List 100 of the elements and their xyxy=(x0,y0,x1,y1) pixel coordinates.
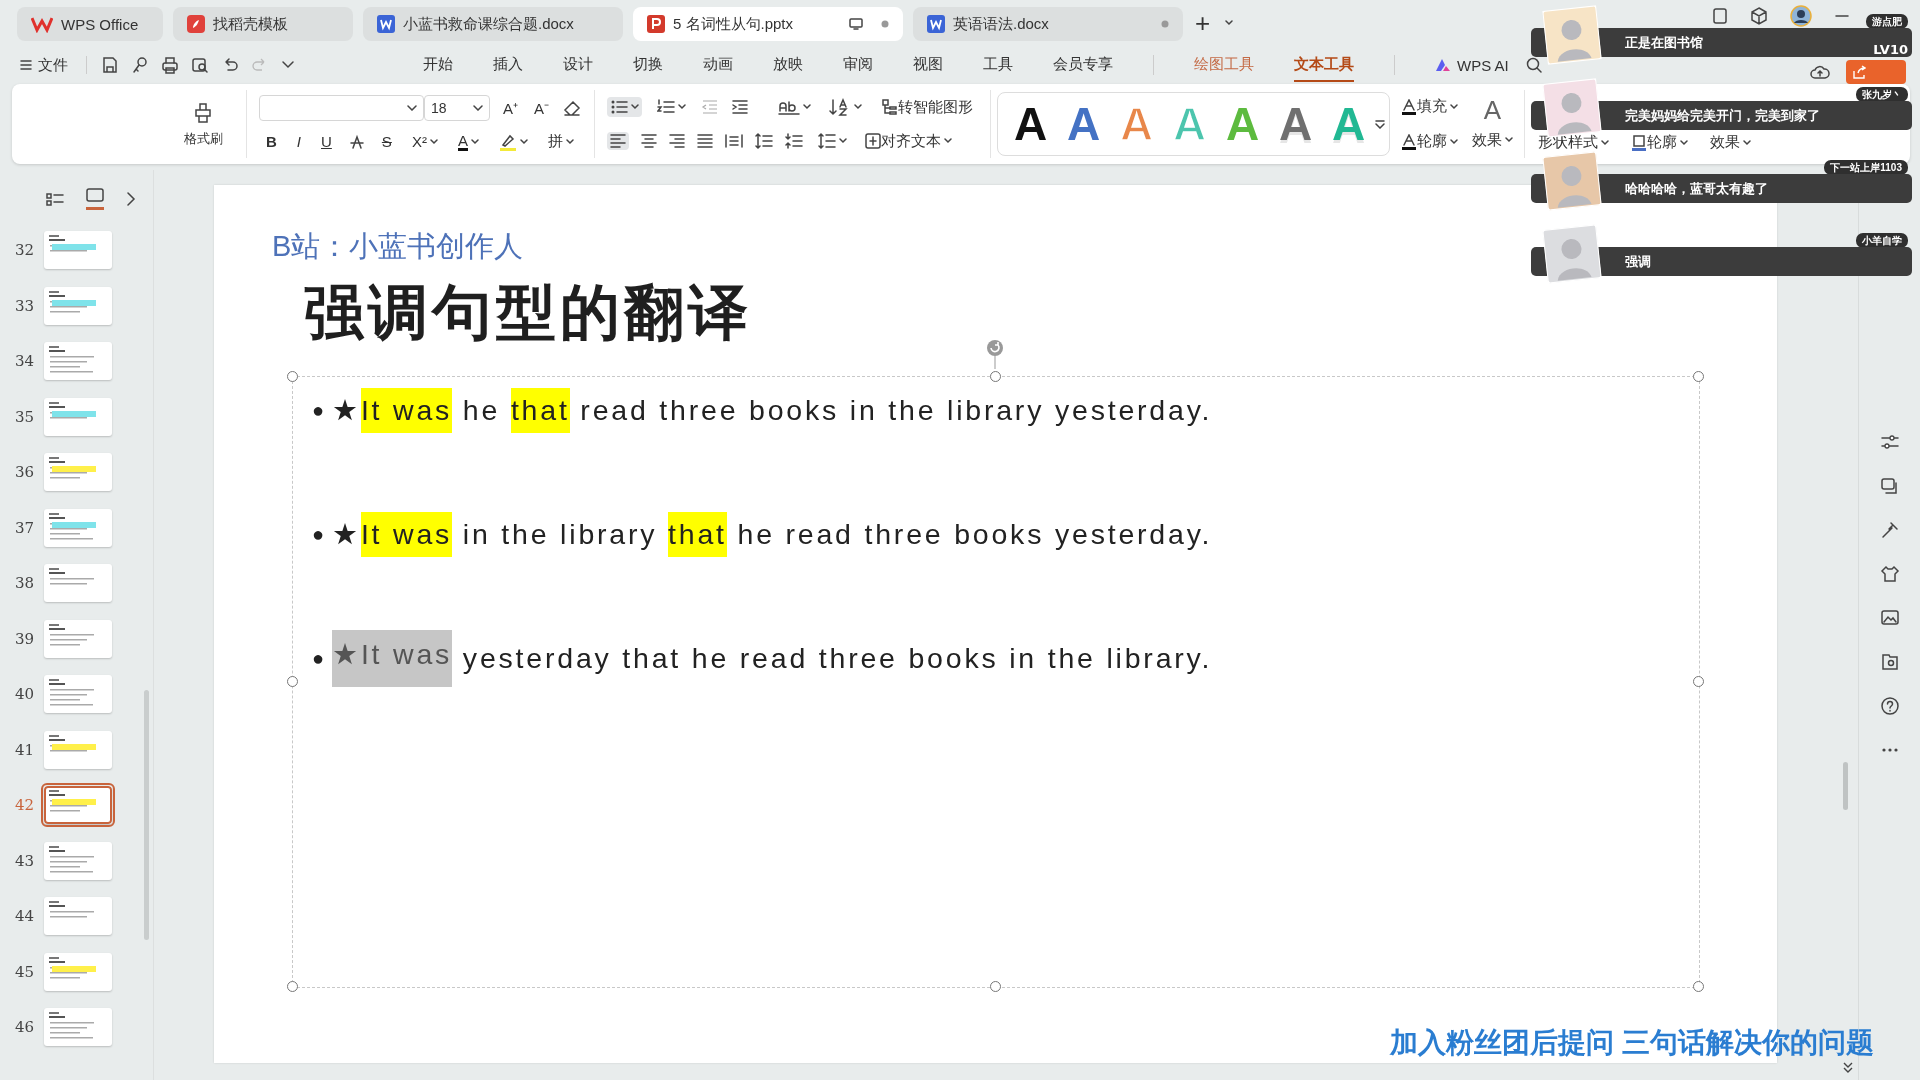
chevron-right-icon[interactable] xyxy=(126,192,136,206)
slide-thumbnail[interactable] xyxy=(44,342,112,380)
text-fill-button[interactable]: 填充 xyxy=(1398,95,1462,118)
slide-thumbnail[interactable] xyxy=(44,675,112,713)
menu-tab[interactable]: 动画 xyxy=(703,48,733,82)
menu-tab[interactable]: 文本工具 xyxy=(1294,48,1354,82)
caret-icon[interactable] xyxy=(1680,139,1689,146)
superscript-button[interactable]: X² xyxy=(408,131,441,153)
resize-handle[interactable] xyxy=(990,981,1001,992)
font-size-dropdown[interactable]: 18 xyxy=(424,94,490,121)
shrink-font-button[interactable]: A⁻ xyxy=(531,95,553,120)
slide-thumbnail[interactable] xyxy=(44,1008,112,1046)
text-style-option[interactable]: A xyxy=(1057,101,1111,147)
menu-tab[interactable]: 设计 xyxy=(563,48,593,82)
align-right-icon[interactable] xyxy=(669,134,686,148)
caret-icon[interactable] xyxy=(631,104,640,110)
line-spacing-icon[interactable] xyxy=(755,133,774,149)
strikethrough-icon[interactable] xyxy=(348,133,365,150)
text-style-option[interactable]: A xyxy=(1004,101,1058,147)
image-edit-icon[interactable] xyxy=(1879,608,1900,628)
caret-icon[interactable] xyxy=(803,104,812,110)
cloud-upload-icon[interactable] xyxy=(1810,64,1830,80)
distribute-icon[interactable] xyxy=(725,134,744,148)
shape-outline-button[interactable]: 轮廓 xyxy=(1628,131,1692,154)
file-tab[interactable]: 英语语法.docx xyxy=(913,7,1183,41)
slide-thumbnail[interactable] xyxy=(44,897,112,935)
share-button[interactable] xyxy=(1846,60,1906,84)
slide-thumbnail[interactable] xyxy=(44,231,112,269)
new-tab-button[interactable]: + xyxy=(1193,7,1213,39)
window-icon[interactable] xyxy=(1712,8,1728,24)
caret-icon[interactable] xyxy=(470,138,479,145)
resize-handle[interactable] xyxy=(990,371,1001,382)
monitor-icon[interactable] xyxy=(849,18,863,30)
gallery-more-icon[interactable] xyxy=(1375,119,1386,129)
caret-icon[interactable] xyxy=(1450,138,1459,145)
italic-button[interactable]: I xyxy=(293,131,304,153)
caret-icon[interactable] xyxy=(944,138,953,144)
menu-tab[interactable]: 放映 xyxy=(773,48,803,82)
unsaved-dot-icon[interactable] xyxy=(1161,20,1169,28)
help-icon[interactable] xyxy=(1879,696,1900,716)
slide-thumbnail[interactable] xyxy=(44,508,112,547)
file-tab[interactable]: 找稻壳模板 xyxy=(173,7,353,41)
caret-icon[interactable] xyxy=(839,138,848,144)
resize-handle[interactable] xyxy=(1693,981,1704,992)
text-outline-button[interactable]: 轮廓 xyxy=(1398,130,1462,153)
paragraph-spacing-icon[interactable] xyxy=(785,133,804,149)
bullets-button[interactable] xyxy=(607,97,643,117)
resize-handle[interactable] xyxy=(287,676,298,687)
slide-thumbnail[interactable] xyxy=(44,786,112,824)
rotate-handle-icon[interactable] xyxy=(986,339,1004,369)
caret-icon[interactable] xyxy=(429,138,438,145)
outline-view-icon[interactable] xyxy=(46,192,64,206)
double-strike-button[interactable]: S xyxy=(378,131,395,153)
sliders-icon[interactable] xyxy=(1879,432,1900,452)
caret-icon[interactable] xyxy=(519,138,528,145)
tools-icon[interactable] xyxy=(1879,520,1900,540)
slide-thumbnail[interactable] xyxy=(44,619,112,658)
underline-button[interactable]: U xyxy=(318,131,335,153)
menu-tab[interactable]: 会员专享 xyxy=(1053,48,1113,82)
phonetic-button[interactable]: 拼 xyxy=(544,130,577,154)
menu-tab[interactable]: 切换 xyxy=(633,48,663,82)
resize-handle[interactable] xyxy=(1693,371,1704,382)
file-menu[interactable]: 文件 xyxy=(20,55,68,75)
caret-icon[interactable] xyxy=(1743,139,1752,146)
key-icon[interactable] xyxy=(131,56,149,74)
shirt-icon[interactable] xyxy=(1879,564,1900,584)
caret-icon[interactable] xyxy=(565,138,574,145)
slide-thumbnail[interactable] xyxy=(44,730,112,769)
menu-tab[interactable]: 插入 xyxy=(493,48,523,82)
menu-tab[interactable]: 工具 xyxy=(983,48,1013,82)
avatar-icon[interactable] xyxy=(1790,5,1812,27)
unsaved-dot-icon[interactable] xyxy=(881,20,889,28)
save-icon[interactable] xyxy=(101,56,119,74)
menu-tab[interactable]: 视图 xyxy=(913,48,943,82)
chevron-down-icon[interactable] xyxy=(281,60,295,70)
collapse-icon[interactable] xyxy=(1843,1062,1853,1074)
slide-thumbnail[interactable] xyxy=(44,952,112,991)
caret-icon[interactable] xyxy=(1450,103,1459,110)
search-icon[interactable] xyxy=(1524,56,1543,74)
grow-font-button[interactable]: A⁺ xyxy=(500,95,521,120)
cube-icon[interactable] xyxy=(1750,7,1768,25)
slide-thumbnail[interactable] xyxy=(44,564,112,602)
shape-effect-button[interactable]: 效果 xyxy=(1707,131,1755,154)
caret-icon[interactable] xyxy=(1601,139,1610,146)
align-left-button[interactable] xyxy=(607,132,630,150)
caret-icon[interactable] xyxy=(1505,137,1514,143)
print-icon[interactable] xyxy=(161,56,179,74)
eraser-icon[interactable] xyxy=(562,98,583,117)
file-tab[interactable]: 小蓝书救命课综合题.docx xyxy=(363,7,623,41)
ai-button[interactable]: WPS AI xyxy=(1435,56,1509,74)
text-effect-button[interactable]: 效果 xyxy=(1469,128,1517,152)
file-tab[interactable]: 5 名词性从句.pptx xyxy=(633,7,903,41)
slide-view-icon[interactable] xyxy=(86,188,104,202)
resize-handle[interactable] xyxy=(1693,676,1704,687)
resize-handle[interactable] xyxy=(287,981,298,992)
chat-icon[interactable] xyxy=(1879,476,1900,496)
caret-icon[interactable] xyxy=(678,104,687,110)
file-tab[interactable]: WPS Office xyxy=(17,7,163,41)
slide-thumbnail[interactable] xyxy=(44,453,112,491)
print-preview-icon[interactable] xyxy=(191,56,209,74)
